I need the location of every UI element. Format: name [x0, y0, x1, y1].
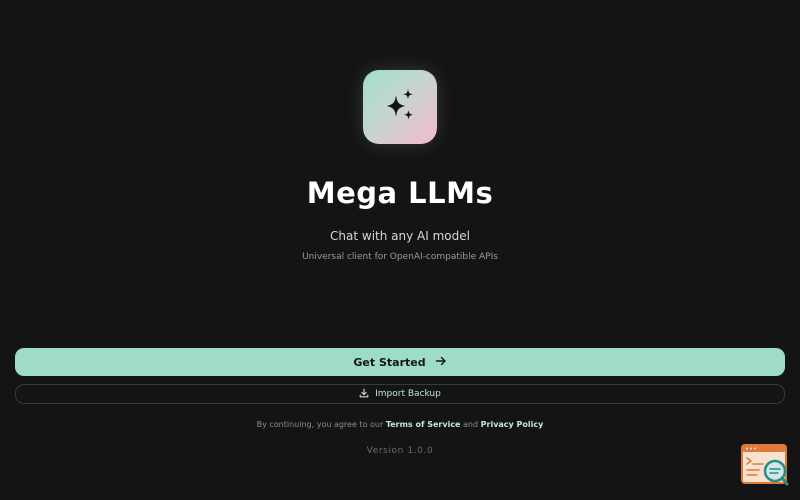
- app-tagline: Chat with any AI model: [330, 229, 470, 243]
- app-subtagline: Universal client for OpenAI-compatible A…: [302, 252, 498, 262]
- import-backup-label: Import Backup: [375, 389, 441, 399]
- welcome-screen: Mega LLMs Chat with any AI model Univers…: [0, 0, 800, 500]
- get-started-label: Get Started: [353, 355, 426, 369]
- privacy-policy-link[interactable]: Privacy Policy: [481, 420, 544, 429]
- floating-helper-widget[interactable]: [741, 444, 789, 488]
- terms-of-service-link[interactable]: Terms of Service: [386, 420, 461, 429]
- legal-prefix: By continuing, you agree to our: [256, 420, 384, 429]
- legal-joiner: and: [463, 420, 479, 429]
- arrow-right-icon: [435, 355, 447, 370]
- terminal-search-icon: [741, 444, 789, 492]
- legal-notice: By continuing, you agree to our Terms of…: [0, 420, 800, 429]
- download-icon: [359, 387, 369, 401]
- app-title: Mega LLMs: [306, 176, 494, 210]
- import-backup-button[interactable]: Import Backup: [15, 384, 785, 404]
- sparkles-icon: [380, 87, 420, 127]
- version-label: Version 1.0.0: [366, 446, 434, 456]
- get-started-button[interactable]: Get Started: [15, 348, 785, 376]
- app-logo: [363, 70, 437, 144]
